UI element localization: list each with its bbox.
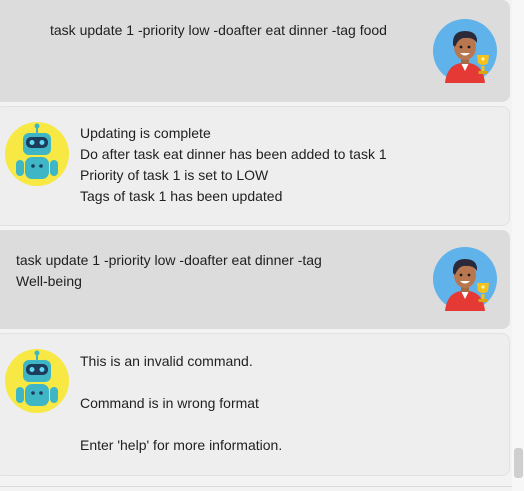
bot-message-bubble: Updating is complete Do after task eat d… (0, 106, 510, 226)
chat-history[interactable]: task update 1 -priority low -doafter eat… (0, 0, 512, 491)
robot-avatar-icon (5, 349, 69, 413)
user-avatar-icon (433, 19, 497, 83)
user-message-text: task update 1 -priority low -doafter eat… (50, 22, 387, 38)
user-message-bubble: task update 1 -priority low -doafter eat… (0, 0, 510, 102)
robot-avatar-icon (5, 122, 69, 186)
vertical-scrollbar[interactable] (512, 0, 524, 491)
chat-divider (0, 486, 512, 487)
user-message-text: task update 1 -priority low -doafter eat… (16, 252, 322, 289)
user-message-bubble: task update 1 -priority low -doafter eat… (0, 230, 510, 329)
bot-message-text: This is an invalid command. Command is i… (80, 353, 283, 453)
bot-message-text: Updating is complete Do after task eat d… (80, 125, 387, 204)
bot-message-bubble: This is an invalid command. Command is i… (0, 333, 510, 476)
scrollbar-thumb[interactable] (514, 448, 523, 478)
user-avatar-icon (433, 247, 497, 311)
